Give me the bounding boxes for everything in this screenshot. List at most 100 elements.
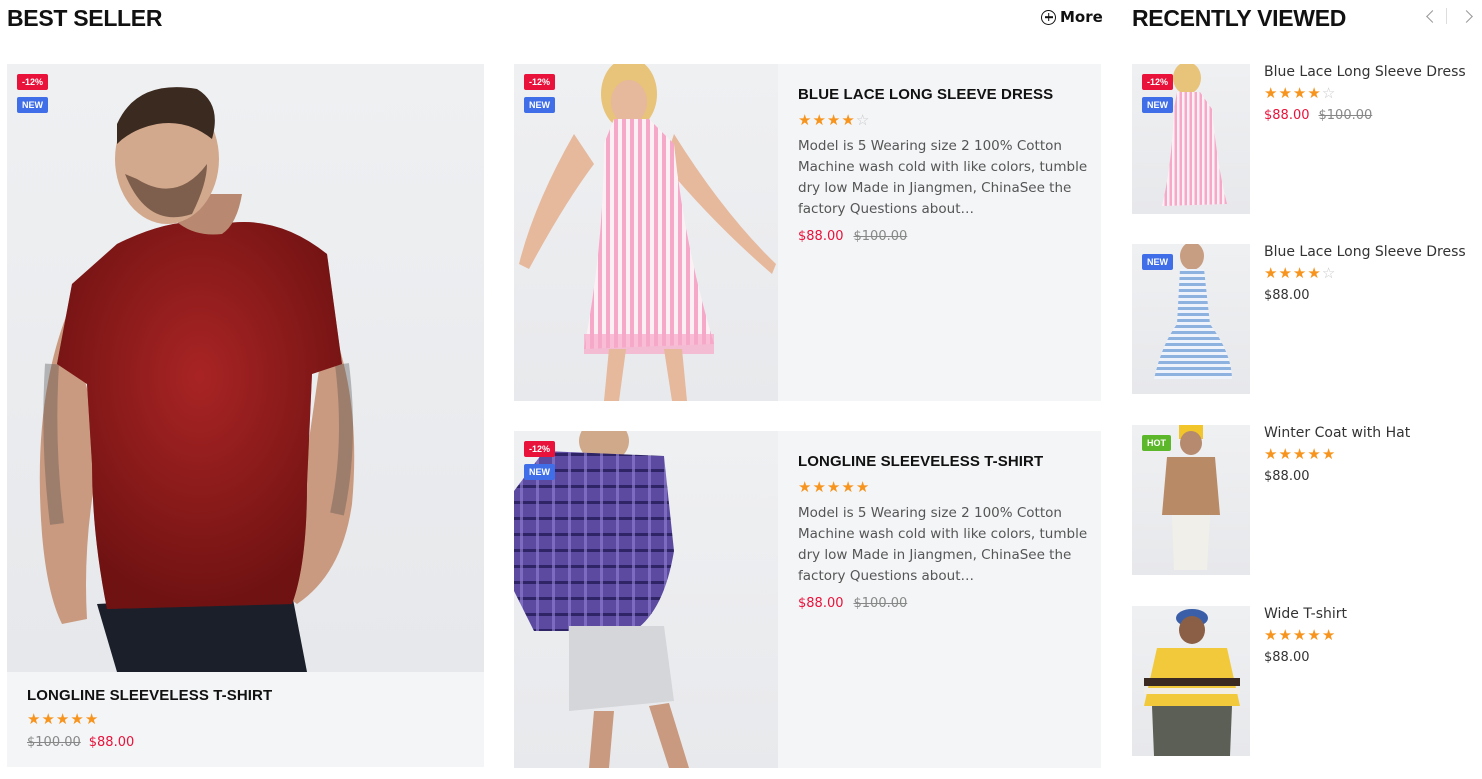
plus-circle-icon	[1041, 9, 1056, 25]
product-description: Model is 5 Wearing size 2 100% Cotton Ma…	[798, 505, 1088, 584]
star-icon: ★	[1292, 84, 1307, 102]
product-name[interactable]: BLUE LACE LONG SLEEVE DRESS	[798, 86, 1088, 103]
product-name[interactable]: Blue Lace Long Sleeve Dress	[1264, 64, 1474, 80]
new-badge: NEW	[1142, 254, 1173, 270]
new-badge: NEW	[524, 97, 555, 113]
rating-stars: ★ ★ ★ ★ ☆	[1264, 85, 1474, 101]
featured-product-card[interactable]: -12% NEW LONGLINE SLEEVELESS T-SHIRT ★ ★ ★…	[7, 64, 484, 767]
star-empty-icon: ☆	[1321, 84, 1336, 102]
product-name[interactable]: LONGLINE SLEEVELESS T-SHIRT	[27, 687, 272, 704]
star-icon: ★	[55, 710, 70, 728]
new-badge: NEW	[524, 464, 555, 480]
star-icon: ★	[1264, 445, 1278, 463]
purple-plaid-jacket-image	[514, 431, 689, 768]
star-icon: ★	[855, 478, 870, 496]
star-icon: ★	[1307, 84, 1321, 102]
star-icon: ★	[812, 111, 826, 129]
product-thumbnail[interactable]: NEW	[1132, 244, 1250, 394]
old-price: $100.00	[27, 735, 81, 750]
star-icon: ★	[841, 478, 855, 496]
star-icon: ★	[1292, 626, 1307, 644]
star-icon: ★	[1278, 626, 1292, 644]
rating-stars: ★ ★ ★ ★ ★	[27, 711, 272, 727]
star-icon: ★	[1321, 445, 1336, 463]
price: $88.00	[1264, 650, 1310, 665]
star-icon: ★	[41, 710, 55, 728]
product-name[interactable]: Blue Lace Long Sleeve Dress	[1264, 244, 1474, 260]
price: $88.00	[798, 229, 844, 244]
discount-badge: -12%	[17, 74, 49, 90]
star-icon: ★	[798, 478, 812, 496]
discount-badge: -12%	[1142, 74, 1174, 90]
product-name[interactable]: Wide T-shirt	[1264, 606, 1474, 622]
product-image[interactable]: -12% NEW	[514, 64, 778, 401]
nav-divider	[1446, 8, 1447, 24]
more-label: More	[1060, 8, 1103, 26]
star-icon: ★	[841, 111, 855, 129]
rating-stars: ★ ★ ★ ★ ☆	[1264, 265, 1474, 281]
rating-stars: ★ ★ ★ ★ ★	[798, 479, 1088, 495]
recently-viewed-item[interactable]: -12% NEW Blue Lace Long Sleeve Dress ★ ★ ★…	[1132, 64, 1472, 214]
product-image[interactable]: -12% NEW	[514, 431, 778, 768]
star-icon: ★	[1321, 626, 1336, 644]
new-badge: NEW	[1142, 97, 1173, 113]
star-icon: ★	[1264, 626, 1278, 644]
product-thumbnail[interactable]	[1132, 606, 1250, 756]
star-icon: ★	[826, 478, 841, 496]
star-empty-icon: ☆	[855, 111, 870, 129]
star-icon: ★	[1292, 264, 1307, 282]
product-info: LONGLINE SLEEVELESS T-SHIRT ★ ★ ★ ★ ★ Model …	[798, 453, 1088, 611]
recently-viewed-item[interactable]: HOT Winter Coat with Hat ★ ★ ★ ★ ★ $88.00	[1132, 425, 1472, 575]
old-price: $100.00	[1318, 108, 1373, 123]
wide-tshirt-thumbnail	[1144, 609, 1240, 756]
price: $88.00	[1264, 469, 1310, 484]
recently-viewed-title: RECENTLY VIEWED	[1132, 5, 1347, 31]
pink-striped-dress-image	[519, 64, 776, 401]
chevron-left-icon[interactable]	[1424, 8, 1438, 26]
star-icon: ★	[1264, 84, 1278, 102]
price: $88.00	[88, 735, 135, 750]
star-icon: ★	[1264, 264, 1278, 282]
discount-badge: -12%	[524, 74, 556, 90]
featured-product-info: LONGLINE SLEEVELESS T-SHIRT ★ ★ ★ ★ ★ $100.0…	[27, 687, 272, 750]
new-badge: NEW	[17, 97, 48, 113]
rating-stars: ★ ★ ★ ★ ★	[1264, 627, 1474, 643]
star-icon: ★	[812, 478, 826, 496]
hot-badge: HOT	[1142, 435, 1171, 451]
product-thumbnail[interactable]: -12% NEW	[1132, 64, 1250, 214]
product-name[interactable]: Winter Coat with Hat	[1264, 425, 1474, 441]
star-icon: ★	[1307, 445, 1321, 463]
star-icon: ★	[1278, 264, 1292, 282]
old-price: $100.00	[853, 596, 908, 611]
more-link[interactable]: More	[1041, 8, 1103, 26]
star-empty-icon: ☆	[1321, 264, 1336, 282]
star-icon: ★	[826, 111, 841, 129]
product-image[interactable]: -12% NEW	[7, 64, 484, 672]
chevron-right-icon[interactable]	[1462, 8, 1476, 26]
star-icon: ★	[1278, 84, 1292, 102]
recently-viewed-item[interactable]: NEW Blue Lace Long Sleeve Dress ★ ★ ★ ★ ☆ $8…	[1132, 244, 1472, 394]
star-icon: ★	[84, 710, 99, 728]
man-red-tshirt-image	[39, 87, 355, 672]
star-icon: ★	[798, 111, 812, 129]
rating-stars: ★ ★ ★ ★ ☆	[798, 112, 1088, 128]
price: $88.00	[1264, 108, 1310, 123]
product-description: Model is 5 Wearing size 2 100% Cotton Ma…	[798, 138, 1088, 217]
discount-badge: -12%	[524, 441, 556, 457]
star-icon: ★	[70, 710, 84, 728]
old-price: $100.00	[853, 229, 908, 244]
product-card[interactable]: -12% NEW BLUE LACE LONG SLEEVE DRESS ★ ★ ★…	[514, 64, 1101, 401]
star-icon: ★	[27, 710, 41, 728]
product-thumbnail[interactable]: HOT	[1132, 425, 1250, 575]
star-icon: ★	[1292, 445, 1307, 463]
product-name[interactable]: LONGLINE SLEEVELESS T-SHIRT	[798, 453, 1088, 470]
price: $88.00	[798, 596, 844, 611]
star-icon: ★	[1307, 626, 1321, 644]
recently-viewed-item[interactable]: Wide T-shirt ★ ★ ★ ★ ★ $88.00	[1132, 606, 1472, 756]
star-icon: ★	[1278, 445, 1292, 463]
rating-stars: ★ ★ ★ ★ ★	[1264, 446, 1474, 462]
star-icon: ★	[1307, 264, 1321, 282]
product-card[interactable]: -12% NEW LONGLINE SLEEVELESS T-SHIRT ★ ★ ★…	[514, 431, 1101, 768]
price: $88.00	[1264, 288, 1310, 303]
best-seller-title: BEST SELLER	[7, 5, 163, 31]
